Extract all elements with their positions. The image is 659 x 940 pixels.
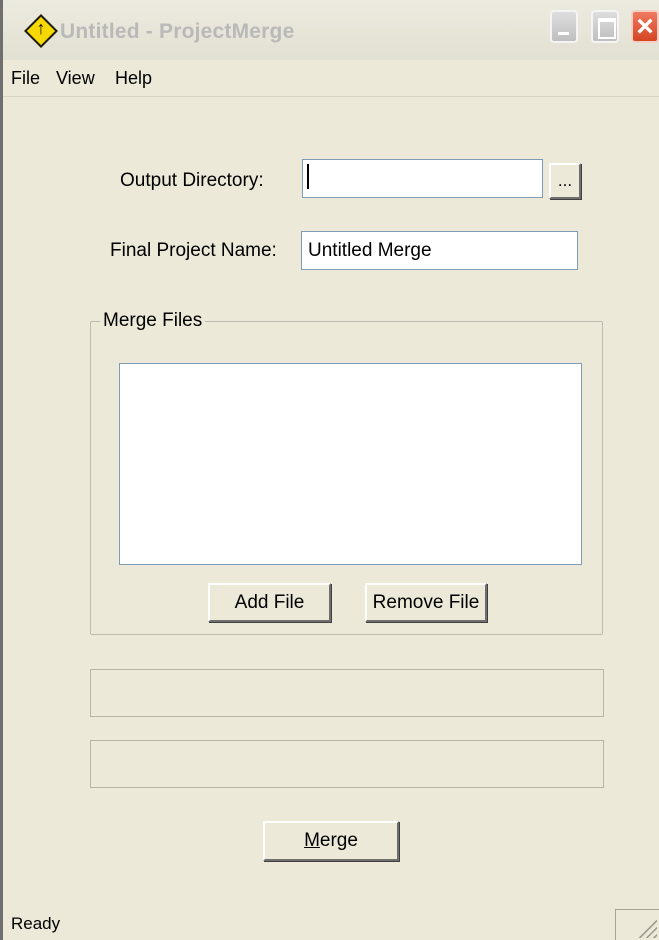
title-bar[interactable]: ↑ Untitled - ProjectMerge × [3,0,659,60]
progress-bar-secondary [90,740,604,788]
menu-bar: File View Help [3,62,659,97]
browse-directory-button[interactable]: ... [549,163,581,199]
minimize-button[interactable] [550,10,578,43]
menu-file[interactable]: File [11,68,40,89]
status-text: Ready [11,914,61,933]
remove-file-button[interactable]: Remove File [365,583,487,622]
window-title: Untitled - ProjectMerge [60,20,295,43]
final-project-name-label: Final Project Name: [110,240,277,261]
application-window: ↑ Untitled - ProjectMerge × File View He… [0,0,659,940]
text-caret [307,164,309,189]
maximize-button[interactable] [591,10,619,43]
final-project-name-input[interactable] [301,231,578,270]
maximize-icon [598,18,616,39]
menu-view[interactable]: View [56,68,95,89]
output-directory-label: Output Directory: [120,170,264,191]
merge-button-label-suffix: erge [319,830,358,851]
merge-files-group-label: Merge Files [100,310,206,332]
minimize-icon [558,32,569,35]
add-file-button[interactable]: Add File [208,583,331,622]
close-button[interactable]: × [631,10,659,43]
merge-button-mnemonic: M [304,830,320,851]
resize-grip-icon[interactable] [639,920,657,938]
merge-button[interactable]: Merge [263,821,399,861]
close-icon: × [636,10,654,43]
app-icon-glyph: ↑ [36,18,46,38]
output-directory-input[interactable] [302,159,543,198]
merge-files-list[interactable] [119,363,582,565]
menu-help[interactable]: Help [115,68,152,89]
progress-bar-primary [90,669,604,717]
